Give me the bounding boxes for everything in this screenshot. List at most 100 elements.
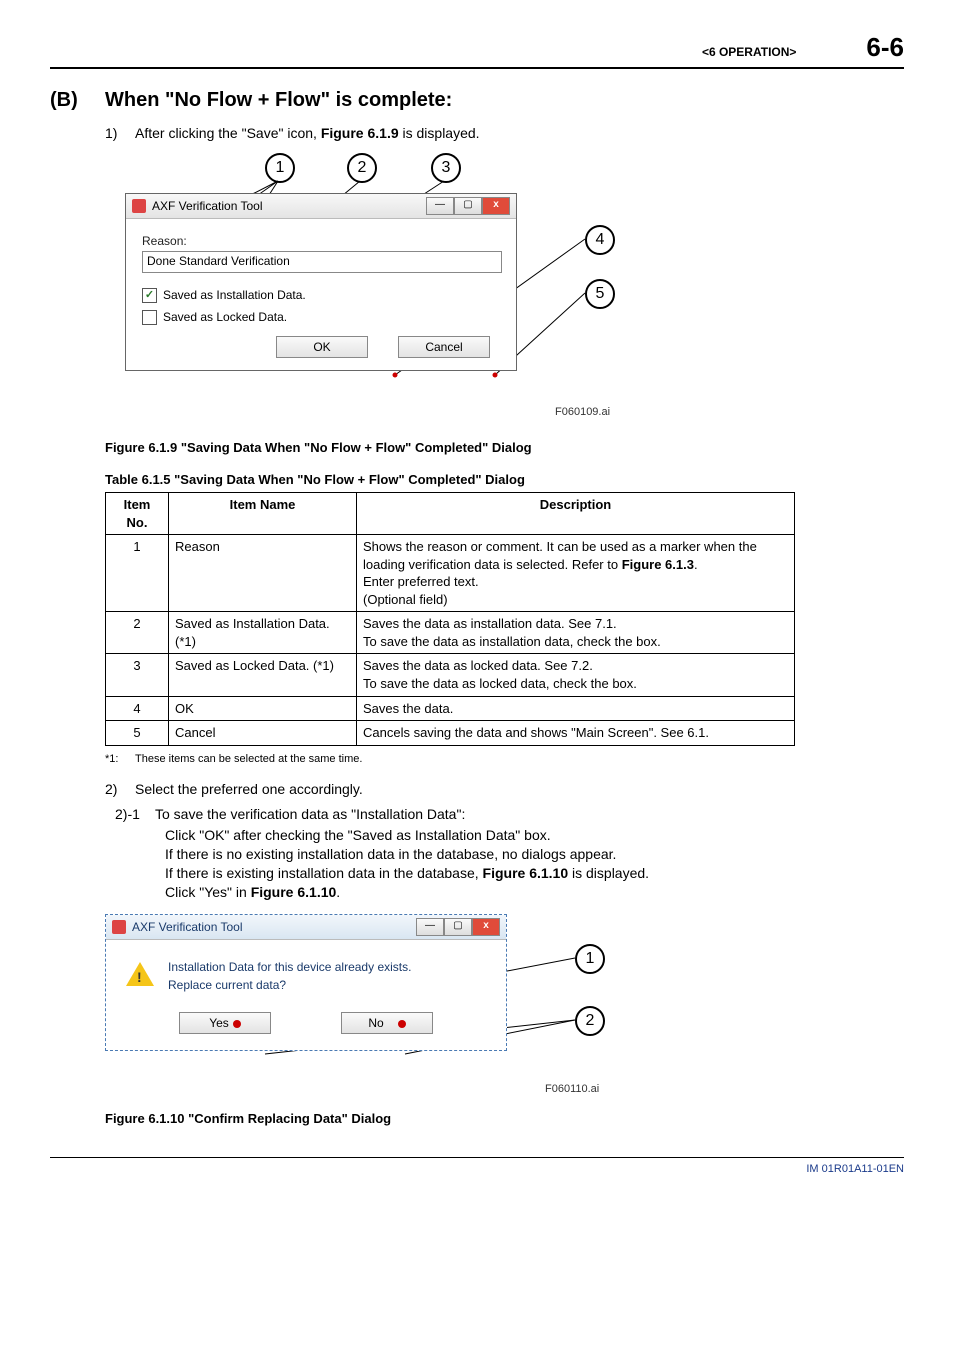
callout-4-num: 4 (596, 229, 605, 251)
app-icon (132, 199, 146, 213)
no-button-label: No (368, 1016, 383, 1030)
figure-1-filename: F060109.ai (555, 405, 610, 420)
confirm-dialog-titlebar: AXF Verification Tool — ▢ x (106, 915, 506, 940)
save-dialog: AXF Verification Tool — ▢ x Reason: Done… (125, 193, 517, 371)
checkmark-icon: ✓ (145, 288, 154, 303)
cell-no: 5 (106, 721, 169, 746)
step-2-1-line3: If there is existing installation data i… (165, 864, 904, 883)
footnote-mark: *1: (105, 752, 135, 767)
step-2-1-line1: Click "OK" after checking the "Saved as … (165, 826, 904, 845)
confirm-msg-line2: Replace current data? (168, 976, 411, 994)
figure-6-1-9-caption: Figure 6.1.9 "Saving Data When "No Flow … (105, 439, 904, 457)
cancel-button-label: Cancel (425, 340, 462, 354)
l3-bold: Figure 6.1.10 (483, 865, 569, 881)
close-button[interactable]: x (482, 197, 510, 215)
l3-post: is displayed. (568, 865, 649, 881)
l4-pre: Click "Yes" in (165, 884, 251, 900)
cell-name: Reason (169, 535, 357, 612)
footnote-text: These items can be selected at the same … (135, 752, 362, 767)
save-dialog-title: AXF Verification Tool (152, 198, 263, 214)
page-header: <6 OPERATION> 6-6 (50, 30, 904, 69)
l4-post: . (336, 884, 340, 900)
figure-6-1-10: 1 2 AXF Verification Tool — ▢ x Ins (105, 914, 625, 1104)
table-row: 4 OK Saves the data. (106, 696, 795, 721)
cell-desc: Saves the data. (357, 696, 795, 721)
maximize-button[interactable]: ▢ (454, 197, 482, 215)
section-b-label: (B) (50, 87, 105, 114)
step-1-text-before: After clicking the "Save" icon, (135, 125, 321, 141)
figure-6-1-10-caption: Figure 6.1.10 "Confirm Replacing Data" D… (105, 1110, 904, 1128)
save-dialog-titlebar: AXF Verification Tool — ▢ x (126, 194, 516, 219)
window-buttons: — ▢ x (426, 197, 510, 215)
th-item-name: Item Name (169, 493, 357, 535)
step-2-number: 2) (105, 780, 135, 799)
header-section: <6 OPERATION> (702, 44, 796, 60)
callout-1: 1 (265, 153, 295, 183)
step-2: 2) Select the preferred one accordingly. (105, 780, 904, 799)
yes-button[interactable]: Yes (179, 1012, 271, 1034)
callout-5: 5 (585, 279, 615, 309)
doc-id: IM 01R01A11-01EN (806, 1163, 904, 1175)
th-item-no: Item No. (106, 493, 169, 535)
step-2-1-line2: If there is no existing installation dat… (165, 845, 904, 864)
no-button[interactable]: No (341, 1012, 433, 1034)
callout-2: 2 (347, 153, 377, 183)
header-page-number: 6-6 (866, 30, 904, 65)
callout-2-num: 2 (358, 157, 367, 179)
saved-as-installation-checkbox[interactable]: ✓ (142, 288, 157, 303)
cell-desc: Saves the data as installation data. See… (357, 612, 795, 654)
cell-no: 1 (106, 535, 169, 612)
cell-no: 2 (106, 612, 169, 654)
cell-desc: Cancels saving the data and shows "Main … (357, 721, 795, 746)
ok-button-label: OK (313, 340, 330, 354)
confirm-msg-line1: Installation Data for this device alread… (168, 958, 411, 976)
step-1-text-after: is displayed. (399, 125, 480, 141)
confirm-dialog: AXF Verification Tool — ▢ x Installation… (105, 914, 507, 1051)
table-row: 5 Cancel Cancels saving the data and sho… (106, 721, 795, 746)
cell-name: Cancel (169, 721, 357, 746)
cell-desc: Saves the data as locked data. See 7.2. … (357, 654, 795, 696)
reason-input[interactable]: Done Standard Verification (142, 251, 502, 273)
step-1: 1) After clicking the "Save" icon, Figur… (105, 124, 904, 143)
confirm-dialog-message: Installation Data for this device alread… (168, 958, 411, 994)
cell-desc-bold: Figure 6.1.3 (622, 557, 694, 572)
step-2-1-line4: Click "Yes" in Figure 6.1.10. (165, 883, 904, 902)
callout2-1-num: 1 (586, 948, 595, 970)
red-dot-icon (233, 1020, 241, 1028)
cell-desc: Shows the reason or comment. It can be u… (357, 535, 795, 612)
cancel-button[interactable]: Cancel (398, 336, 490, 358)
table-row: 1 Reason Shows the reason or comment. It… (106, 535, 795, 612)
th-description: Description (357, 493, 795, 535)
callout-1-num: 1 (276, 157, 285, 179)
cell-no: 3 (106, 654, 169, 696)
step-1-number: 1) (105, 124, 135, 143)
maximize-button[interactable]: ▢ (444, 918, 472, 936)
callout-3-num: 3 (442, 157, 451, 179)
l3-pre: If there is existing installation data i… (165, 865, 483, 881)
callout2-2: 2 (575, 1006, 605, 1036)
table-row: 3 Saved as Locked Data. (*1) Saves the d… (106, 654, 795, 696)
callout2-1: 1 (575, 944, 605, 974)
step-2-1-title: To save the verification data as "Instal… (155, 805, 465, 824)
ok-button[interactable]: OK (276, 336, 368, 358)
callout-5-num: 5 (596, 283, 605, 305)
window-buttons: — ▢ x (416, 918, 500, 936)
saved-as-locked-label: Saved as Locked Data. (163, 309, 287, 325)
close-glyph: x (483, 920, 489, 931)
l4-bold: Figure 6.1.10 (251, 884, 337, 900)
step-1-fig-ref: Figure 6.1.9 (321, 125, 399, 141)
callout2-2-num: 2 (586, 1010, 595, 1032)
step-2-text: Select the preferred one accordingly. (135, 780, 904, 799)
reason-input-value: Done Standard Verification (147, 254, 290, 268)
app-icon (112, 920, 126, 934)
warning-icon (126, 962, 154, 986)
cell-no: 4 (106, 696, 169, 721)
confirm-dialog-title: AXF Verification Tool (132, 919, 243, 935)
minimize-button[interactable]: — (426, 197, 454, 215)
cell-name: Saved as Locked Data. (*1) (169, 654, 357, 696)
step-2-1: 2)-1 To save the verification data as "I… (115, 805, 904, 901)
close-button[interactable]: x (472, 918, 500, 936)
minimize-button[interactable]: — (416, 918, 444, 936)
red-dot-icon (398, 1020, 406, 1028)
saved-as-locked-checkbox[interactable] (142, 310, 157, 325)
